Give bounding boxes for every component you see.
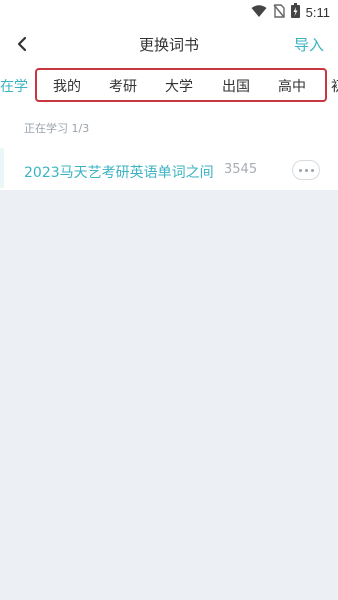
tab-learning[interactable]: 在学	[0, 76, 28, 96]
top-app-bar: 更换词书 导入	[0, 24, 338, 64]
category-tabs: 在学 我的 考研 大学 出国 高中 初	[0, 64, 338, 110]
section-label: 正在学习 1/3	[24, 122, 90, 135]
ellipsis-dot	[304, 168, 308, 172]
ellipsis-dot	[310, 168, 314, 172]
list-item[interactable]: 2023马天艺考研英语单词之间 3545	[0, 148, 338, 188]
status-time: 5:11	[305, 4, 330, 20]
word-count: 3545	[224, 162, 258, 177]
more-options-button[interactable]	[292, 160, 320, 180]
tab-abroad[interactable]: 出国	[222, 76, 250, 96]
tab-next-partial[interactable]: 初	[331, 76, 338, 96]
selected-marker	[0, 148, 4, 188]
tab-mine[interactable]: 我的	[53, 76, 81, 96]
import-button[interactable]: 导入	[294, 34, 324, 55]
tab-highschool[interactable]: 高中	[278, 76, 306, 96]
battery-charging-icon	[290, 2, 300, 22]
tab-university[interactable]: 大学	[165, 76, 193, 96]
no-sim-icon	[273, 3, 285, 22]
wifi-icon	[251, 3, 267, 22]
page-title: 更换词书	[138, 36, 199, 54]
book-title: 2023马天艺考研英语单词之间	[24, 165, 214, 181]
status-bar: 5:11	[0, 0, 338, 24]
book-list: 正在学习 1/3 2023马天艺考研英语单词之间 3545	[0, 110, 338, 190]
ellipsis-icon	[298, 168, 302, 172]
tab-kaoyan[interactable]: 考研	[109, 76, 137, 96]
status-icons: 5:11	[251, 2, 330, 22]
